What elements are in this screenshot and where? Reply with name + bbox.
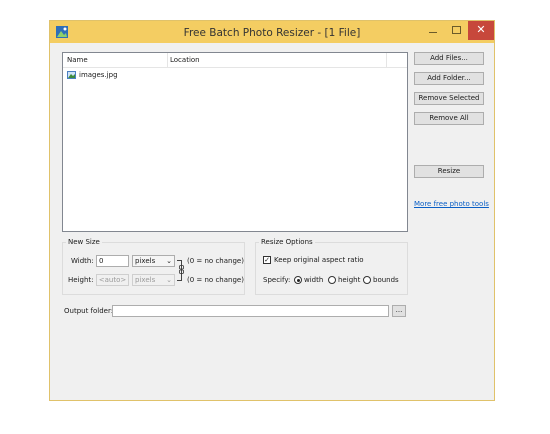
minimize-button[interactable] [422,21,444,40]
specify-height-label[interactable]: height [338,276,360,284]
add-folder-button[interactable]: Add Folder... [414,72,484,85]
column-divider[interactable] [167,53,168,67]
chevron-down-icon: ⌄ [166,257,172,265]
resize-options-group: Resize Options ✓ Keep original aspect ra… [255,238,408,295]
width-unit-value: pixels [135,257,156,265]
width-input[interactable]: 0 [96,255,129,267]
new-size-group: New Size Width: 0 pixels ⌄ (0 = no chang… [62,238,245,295]
close-button[interactable]: ✕ [468,21,494,40]
height-unit-select[interactable]: pixels ⌄ [132,274,175,286]
width-label: Width: [71,257,94,265]
keep-aspect-checkbox[interactable]: ✓ [263,256,271,264]
add-files-button[interactable]: Add Files... [414,52,484,65]
column-header-location[interactable]: Location [170,56,200,64]
file-list-header: Name Location [63,53,407,68]
column-header-name[interactable]: Name [67,56,88,64]
height-label: Height: [68,276,94,284]
specify-width-label[interactable]: width [304,276,323,284]
more-photo-tools-link[interactable]: More free photo tools [414,200,489,208]
resize-options-title: Resize Options [259,238,315,246]
remove-selected-button[interactable]: Remove Selected [414,92,484,105]
specify-bounds-label[interactable]: bounds [373,276,399,284]
chain-link-icon[interactable] [179,265,184,274]
maximize-icon [452,26,461,34]
minimize-icon [429,32,437,33]
specify-width-radio[interactable] [294,276,302,284]
height-unit-value: pixels [135,276,156,284]
keep-aspect-label[interactable]: Keep original aspect ratio [274,256,364,264]
specify-height-radio[interactable] [328,276,336,284]
chevron-down-icon: ⌄ [166,276,172,284]
width-hint: (0 = no change) [187,257,244,265]
browse-button[interactable]: ... [392,305,406,317]
image-file-icon [67,71,76,79]
width-unit-select[interactable]: pixels ⌄ [132,255,175,267]
height-input[interactable]: <auto> [96,274,129,286]
file-name: images.jpg [79,71,118,79]
new-size-title: New Size [66,238,102,246]
title-bar[interactable]: Free Batch Photo Resizer - [1 File] ✕ [50,21,494,43]
output-folder-input[interactable] [112,305,389,317]
column-divider[interactable] [386,53,387,67]
remove-all-button[interactable]: Remove All [414,112,484,125]
height-hint: (0 = no change) [187,276,244,284]
maximize-button[interactable] [445,21,467,40]
specify-label: Specify: [263,276,291,284]
file-list[interactable]: Name Location images.jpg [62,52,408,232]
specify-bounds-radio[interactable] [363,276,371,284]
resize-button[interactable]: Resize [414,165,484,178]
output-folder-label: Output folder: [64,307,114,315]
app-window: Free Batch Photo Resizer - [1 File] ✕ Na… [49,20,495,401]
